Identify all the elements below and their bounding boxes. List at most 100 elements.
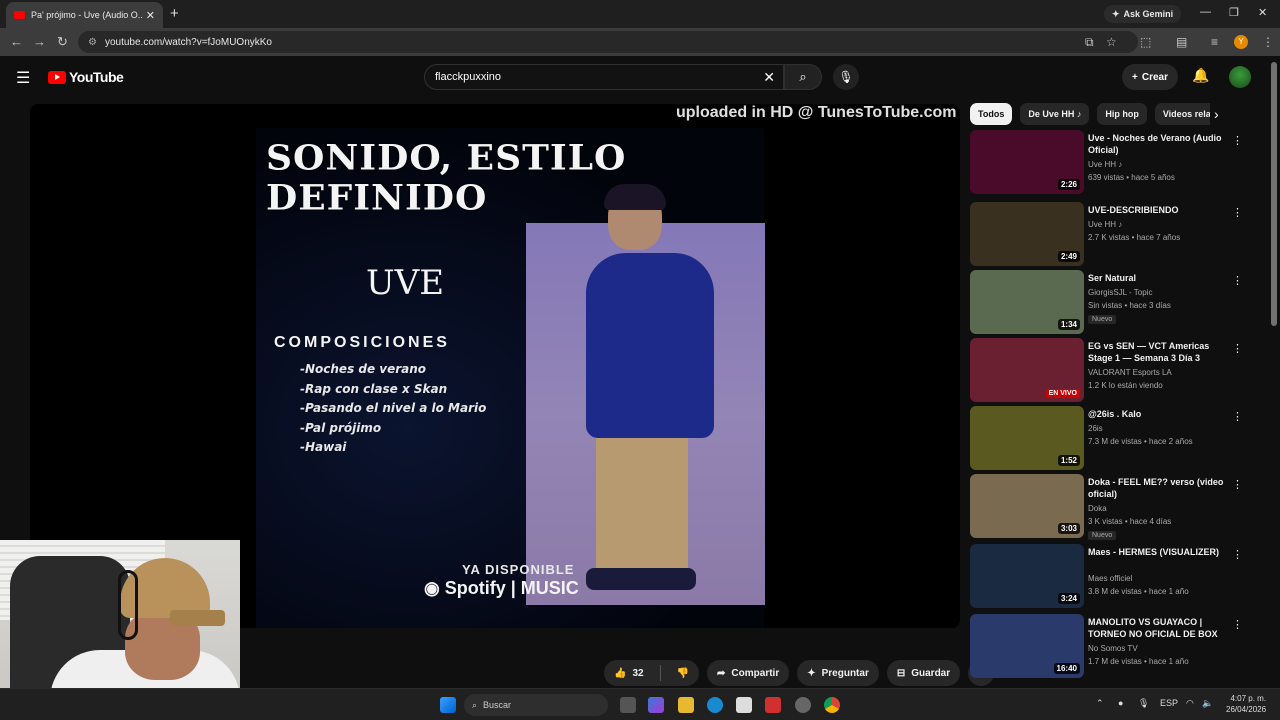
- recommendation-channel[interactable]: 26is: [1088, 424, 1103, 433]
- taskbar-clock[interactable]: 4:07 p. m. 26/04/2026: [1226, 693, 1266, 715]
- recommendation-channel[interactable]: Doka: [1088, 504, 1107, 513]
- chrome-icon[interactable]: [824, 697, 840, 713]
- youtube-header: ☰ YouTube flacckpuxxino ✕ ⌕ 🎙 + Crear 🔔: [0, 56, 1280, 98]
- start-icon[interactable]: [440, 697, 456, 713]
- new-tab-icon[interactable]: +: [170, 5, 179, 22]
- ask-gemini-button[interactable]: ✦ Ask Gemini: [1104, 5, 1182, 23]
- recommendation-item[interactable]: 1:52 @26is . Kalo 26is 7.3 M de vistas • ha…: [970, 406, 1250, 470]
- youtube-logo[interactable]: YouTube: [48, 69, 124, 85]
- create-button[interactable]: + Crear: [1122, 64, 1178, 90]
- recommendation-title[interactable]: @26is . Kalo: [1088, 408, 1226, 420]
- clear-search-icon[interactable]: ✕: [763, 69, 775, 86]
- recommendation-title[interactable]: Maes - HERMES (VISUALIZER): [1088, 546, 1226, 558]
- video-thumbnail[interactable]: EN VIVO: [970, 338, 1084, 402]
- minimize-icon[interactable]: —: [1200, 6, 1211, 18]
- recommendation-channel[interactable]: Maes officiel: [1088, 574, 1132, 583]
- extensions-icon[interactable]: ⬚: [1140, 35, 1151, 49]
- more-options-icon[interactable]: ⋮: [1232, 134, 1243, 147]
- recommendation-item[interactable]: EN VIVO EG vs SEN — VCT Americas Stage 1 …: [970, 338, 1250, 402]
- video-thumbnail[interactable]: 3:03: [970, 474, 1084, 538]
- recommendation-channel[interactable]: GiorgisSJL - Topic: [1088, 288, 1152, 297]
- dislike-button[interactable]: 👎: [667, 660, 699, 686]
- chip-all[interactable]: Todos: [970, 103, 1013, 125]
- more-options-icon[interactable]: ⋮: [1232, 410, 1243, 423]
- language-indicator[interactable]: ESP: [1160, 698, 1178, 708]
- hamburger-menu-icon[interactable]: ☰: [16, 68, 30, 88]
- search-input[interactable]: flacckpuxxino ✕: [424, 64, 784, 90]
- recommendation-item[interactable]: 16:40 MANOLITO VS GUAYACO | TORNEO NO OFI…: [970, 614, 1250, 678]
- save-button[interactable]: ⊟ Guardar: [886, 660, 961, 686]
- recommendation-item[interactable]: 2:26 Uve - Noches de Verano (Audio Oficia…: [970, 130, 1250, 194]
- more-options-icon[interactable]: ⋮: [1232, 618, 1243, 631]
- wifi-icon[interactable]: ◠: [1186, 698, 1194, 709]
- tray-overflow-icon[interactable]: ⌃: [1096, 698, 1104, 709]
- microphone-icon[interactable]: 🎙: [1138, 698, 1149, 709]
- recommendation-channel[interactable]: Uve HH ♪: [1088, 220, 1122, 229]
- copilot-icon[interactable]: [648, 697, 664, 713]
- more-options-icon[interactable]: ⋮: [1232, 478, 1243, 491]
- recommendation-channel[interactable]: No Somos TV: [1088, 644, 1138, 653]
- forward-icon[interactable]: →: [33, 34, 46, 49]
- recommendation-item[interactable]: 2:49 UVE-DESCRIBIENDO Uve HH ♪ 2.7 K vistas…: [970, 202, 1250, 266]
- recommendation-title[interactable]: EG vs SEN — VCT Americas Stage 1 — Seman…: [1088, 340, 1226, 364]
- chip-hip-hop[interactable]: Hip hop: [1097, 103, 1147, 125]
- search-button[interactable]: ⌕: [784, 64, 822, 90]
- url-field[interactable]: ⚙ youtube.com/watch?v=fJoMUOnykKo: [78, 31, 1138, 53]
- volume-icon[interactable]: 🔈: [1202, 698, 1213, 709]
- chrome-menu-icon[interactable]: ⋮: [1262, 35, 1274, 49]
- chip-related[interactable]: Videos rela: [1154, 103, 1210, 125]
- recommendation-channel[interactable]: Uve HH ♪: [1088, 160, 1122, 169]
- taskbar-search[interactable]: ⌕ Buscar: [464, 694, 608, 716]
- recommendation-title[interactable]: Doka - FEEL ME?? verso (video oficial): [1088, 476, 1226, 500]
- recommendation-item[interactable]: 3:24 Maes - HERMES (VISUALIZER) Maes offic…: [970, 544, 1250, 608]
- more-options-icon[interactable]: ⋮: [1232, 206, 1243, 219]
- voice-search-button[interactable]: 🎙: [833, 64, 859, 90]
- file-explorer-icon[interactable]: [678, 697, 694, 713]
- video-thumbnail[interactable]: 2:26: [970, 130, 1084, 194]
- recommendation-channel[interactable]: VALORANT Esports LA: [1088, 368, 1172, 377]
- search-value: flacckpuxxino: [435, 71, 502, 83]
- profile-avatar-icon[interactable]: Y: [1234, 35, 1248, 49]
- site-info-icon[interactable]: ⚙: [88, 37, 97, 48]
- page-scrollbar[interactable]: [1271, 62, 1277, 326]
- video-thumbnail[interactable]: 16:40: [970, 614, 1084, 678]
- artist-figure: [604, 184, 666, 210]
- close-icon[interactable]: ✕: [146, 9, 155, 22]
- reload-icon[interactable]: ↻: [57, 34, 68, 50]
- recommendation-title[interactable]: Uve - Noches de Verano (Audio Oficial): [1088, 132, 1226, 156]
- maximize-icon[interactable]: ❐: [1229, 6, 1239, 19]
- browser-tab[interactable]: Pa' prójimo - Uve (Audio O... ✕: [6, 2, 163, 28]
- chevron-right-icon[interactable]: ›: [1214, 106, 1219, 122]
- recommendation-item[interactable]: 1:34 Ser Natural GiorgisSJL - Topic Sin vis…: [970, 270, 1250, 334]
- video-thumbnail[interactable]: 1:52: [970, 406, 1084, 470]
- more-options-icon[interactable]: ⋮: [1232, 274, 1243, 287]
- bookmark-star-icon[interactable]: ☆: [1106, 35, 1117, 49]
- share-button[interactable]: ➦ Compartir: [707, 660, 790, 686]
- ask-button[interactable]: ✦ Preguntar: [797, 660, 879, 686]
- tray-app-icon[interactable]: ●: [1118, 698, 1123, 708]
- recommendation-title[interactable]: MANOLITO VS GUAYACO | TORNEO NO OFICIAL …: [1088, 616, 1226, 640]
- account-avatar[interactable]: [1229, 66, 1251, 88]
- chip-de-uve[interactable]: De Uve HH ♪: [1020, 103, 1090, 125]
- video-thumbnail[interactable]: 2:49: [970, 202, 1084, 266]
- task-view-icon[interactable]: [620, 697, 636, 713]
- install-icon[interactable]: ⧉: [1085, 35, 1094, 50]
- recommendation-meta: Sin vistas • hace 3 días: [1088, 301, 1171, 310]
- reading-mode-icon[interactable]: ▤: [1176, 35, 1187, 49]
- notifications-bell-icon[interactable]: 🔔: [1192, 67, 1209, 84]
- app-icon[interactable]: [765, 697, 781, 713]
- store-icon[interactable]: [736, 697, 752, 713]
- back-icon[interactable]: ←: [10, 34, 23, 49]
- video-thumbnail[interactable]: 3:24: [970, 544, 1084, 608]
- tab-search-icon[interactable]: ≡: [1211, 35, 1218, 49]
- edge-icon[interactable]: [707, 697, 723, 713]
- window-close-icon[interactable]: ✕: [1258, 6, 1267, 19]
- recommendation-item[interactable]: 3:03 Doka - FEEL ME?? verso (video oficia…: [970, 474, 1250, 540]
- recommendation-title[interactable]: UVE-DESCRIBIENDO: [1088, 204, 1226, 216]
- video-thumbnail[interactable]: 1:34: [970, 270, 1084, 334]
- recommendation-title[interactable]: Ser Natural: [1088, 272, 1226, 284]
- like-button[interactable]: 👍 32: [604, 660, 654, 686]
- app-icon[interactable]: [795, 697, 811, 713]
- more-options-icon[interactable]: ⋮: [1232, 342, 1243, 355]
- more-options-icon[interactable]: ⋮: [1232, 548, 1243, 561]
